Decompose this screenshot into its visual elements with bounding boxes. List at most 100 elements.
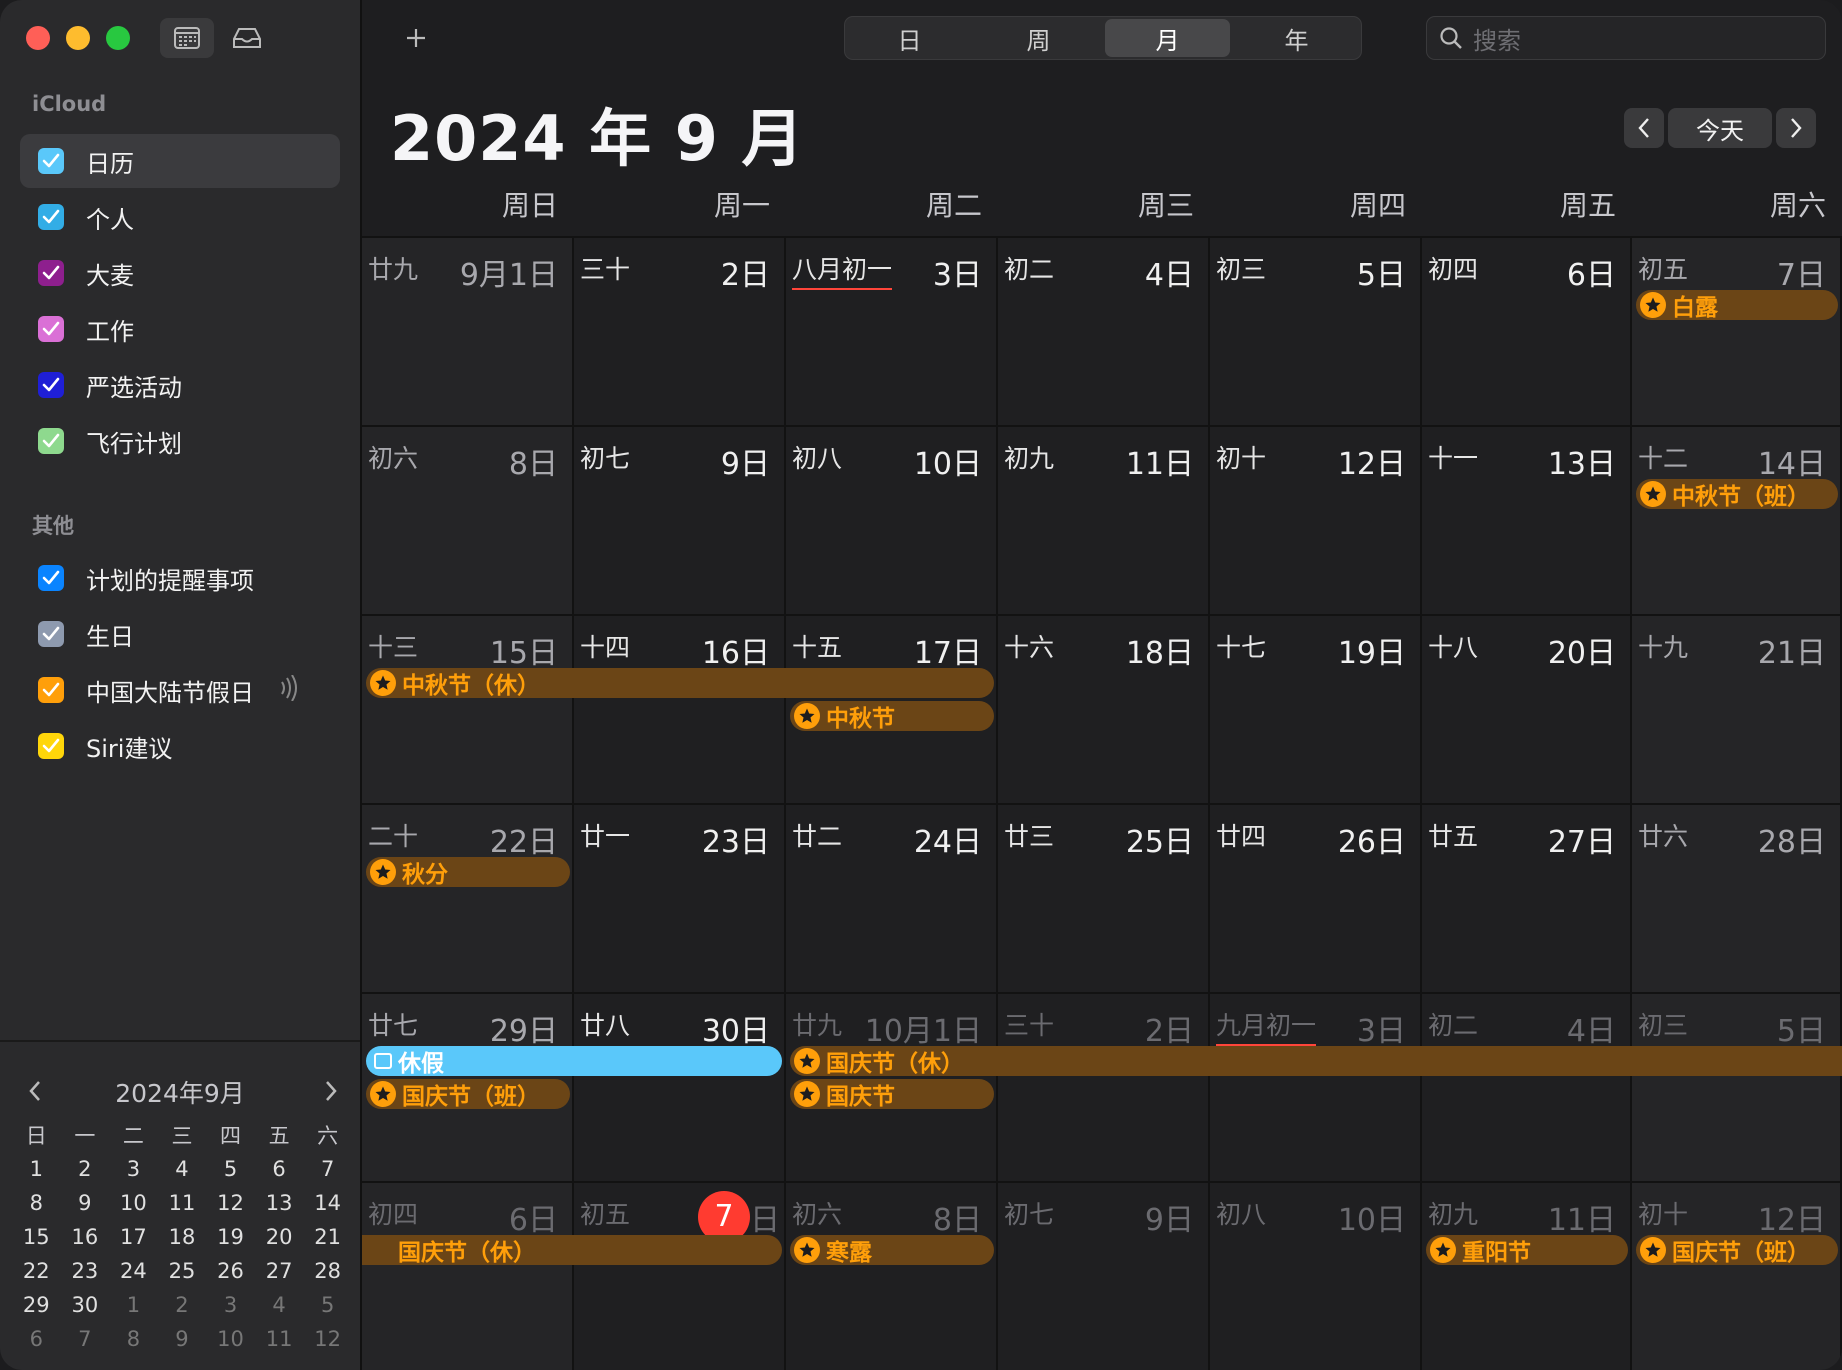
mini-day[interactable]: 8 [12,1191,61,1215]
day-cell[interactable]: 初三 5日 [1632,992,1842,1181]
mini-day[interactable]: 20 [255,1225,304,1249]
day-cell[interactable]: 初十 12日 [1632,1181,1842,1370]
mini-day[interactable]: 29 [12,1293,61,1317]
close-button[interactable] [26,26,50,50]
search-field[interactable]: 搜索 [1426,16,1826,60]
mini-day[interactable]: 14 [303,1191,352,1215]
day-cell[interactable]: 十八 20日 [1422,614,1632,803]
mini-day[interactable]: 24 [109,1259,158,1283]
mini-day[interactable]: 9 [61,1191,110,1215]
calendar-event[interactable]: 国庆节 [790,1079,994,1109]
mini-day[interactable]: 3 [206,1293,255,1317]
mini-day[interactable]: 7 [303,1157,352,1181]
calendar-item[interactable]: 计划的提醒事项 [20,551,340,605]
day-cell[interactable]: 十七 19日 [1210,614,1422,803]
previous-month-button[interactable] [1624,108,1664,148]
day-cell[interactable]: 初六 8日 [362,425,574,614]
next-month-button[interactable] [1776,108,1816,148]
mini-day[interactable]: 7 [61,1327,110,1351]
day-cell[interactable]: 初四 6日 [1422,236,1632,425]
calendar-event[interactable]: 中秋节 [790,701,994,731]
day-cell[interactable]: 廿三 25日 [998,803,1210,992]
mini-day[interactable]: 22 [12,1259,61,1283]
mini-day[interactable]: 27 [255,1259,304,1283]
mini-day[interactable]: 17 [109,1225,158,1249]
calendar-checkbox[interactable] [38,316,64,342]
day-cell[interactable]: 初十 12日 [1210,425,1422,614]
mini-day[interactable]: 5 [206,1157,255,1181]
day-cell[interactable]: 初五7日 [574,1181,786,1370]
mini-day[interactable]: 6 [12,1327,61,1351]
day-cell[interactable]: 初九 11日 [998,425,1210,614]
calendar-event[interactable]: 寒露 [790,1235,994,1265]
add-event-button[interactable] [394,16,438,60]
mini-day[interactable]: 16 [61,1225,110,1249]
day-cell[interactable]: 三十 2日 [574,236,786,425]
minimize-button[interactable] [66,26,90,50]
day-cell[interactable]: 初七 9日 [998,1181,1210,1370]
calendar-event[interactable]: 重阳节 [1426,1235,1628,1265]
calendar-checkbox[interactable] [38,677,64,703]
day-cell[interactable]: 十九 21日 [1632,614,1842,803]
calendar-event[interactable]: 休假 [366,1046,782,1076]
mini-day[interactable]: 5 [303,1293,352,1317]
day-cell[interactable]: 初六 8日 [786,1181,998,1370]
calendar-checkbox[interactable] [38,260,64,286]
inbox-button[interactable] [220,18,274,58]
calendar-event[interactable]: 中秋节（班） [1636,479,1838,509]
calendar-checkbox[interactable] [38,148,64,174]
mini-day[interactable]: 11 [158,1191,207,1215]
day-cell[interactable]: 初八 10日 [1210,1181,1422,1370]
day-cell[interactable]: 初五7日 [1632,236,1842,425]
calendar-event[interactable]: 国庆节（班） [1636,1235,1838,1265]
day-cell[interactable]: 十四 16日 [574,614,786,803]
day-cell[interactable]: 廿八 30日 [574,992,786,1181]
mini-day[interactable]: 26 [206,1259,255,1283]
day-cell[interactable]: 廿九 9月1日 [362,236,574,425]
mini-day[interactable]: 4 [158,1157,207,1181]
day-cell[interactable]: 三十 2日 [998,992,1210,1181]
day-cell[interactable]: 九月初一 3日 [1210,992,1422,1181]
day-cell[interactable]: 初三 5日 [1210,236,1422,425]
mini-day[interactable]: 15 [12,1225,61,1249]
calendar-event[interactable]: 国庆节（休） [362,1235,782,1265]
calendar-item[interactable]: 个人 [20,190,340,244]
mini-day[interactable]: 19 [206,1225,255,1249]
mini-next-month-button[interactable] [316,1076,346,1106]
mini-day[interactable]: 8 [109,1327,158,1351]
mini-day[interactable]: 12 [303,1327,352,1351]
day-cell[interactable]: 廿四 26日 [1210,803,1422,992]
mini-day[interactable]: 12 [206,1191,255,1215]
day-cell[interactable]: 初二 4日 [998,236,1210,425]
day-cell[interactable]: 初七 9日 [574,425,786,614]
mini-day[interactable]: 28 [303,1259,352,1283]
mini-day[interactable]: 11 [255,1327,304,1351]
calendar-item[interactable]: 生日 [20,607,340,661]
day-cell[interactable]: 廿一 23日 [574,803,786,992]
day-cell[interactable]: 初九 11日 [1422,1181,1632,1370]
day-cell[interactable]: 十二 14日 [1632,425,1842,614]
mini-day[interactable]: 2 [61,1157,110,1181]
day-cell[interactable]: 初四 6日 [362,1181,574,1370]
mini-day[interactable]: 4 [255,1293,304,1317]
view-tab[interactable]: 年 [1234,19,1359,57]
calendar-item[interactable]: 中国大陆节假日 [20,663,340,717]
mini-day[interactable]: 6 [255,1157,304,1181]
calendar-checkbox[interactable] [38,565,64,591]
day-cell[interactable]: 廿二 24日 [786,803,998,992]
day-cell[interactable]: 二十 22日 [362,803,574,992]
mini-day[interactable]: 30 [61,1293,110,1317]
mini-day[interactable]: 1 [12,1157,61,1181]
calendar-checkbox[interactable] [38,204,64,230]
calendar-event[interactable]: 中秋节（休） [366,668,994,698]
day-cell[interactable]: 初二 4日 [1422,992,1632,1181]
mini-day[interactable]: 1 [109,1293,158,1317]
mini-day[interactable]: 13 [255,1191,304,1215]
day-cell[interactable]: 初八 10日 [786,425,998,614]
mini-day[interactable]: 10 [206,1327,255,1351]
day-cell[interactable]: 十一 13日 [1422,425,1632,614]
view-tab[interactable]: 月 [1105,19,1230,57]
calendar-event[interactable]: 国庆节（休） [790,1046,1842,1076]
calendar-checkbox[interactable] [38,372,64,398]
calendar-list-toggle[interactable] [160,18,214,58]
